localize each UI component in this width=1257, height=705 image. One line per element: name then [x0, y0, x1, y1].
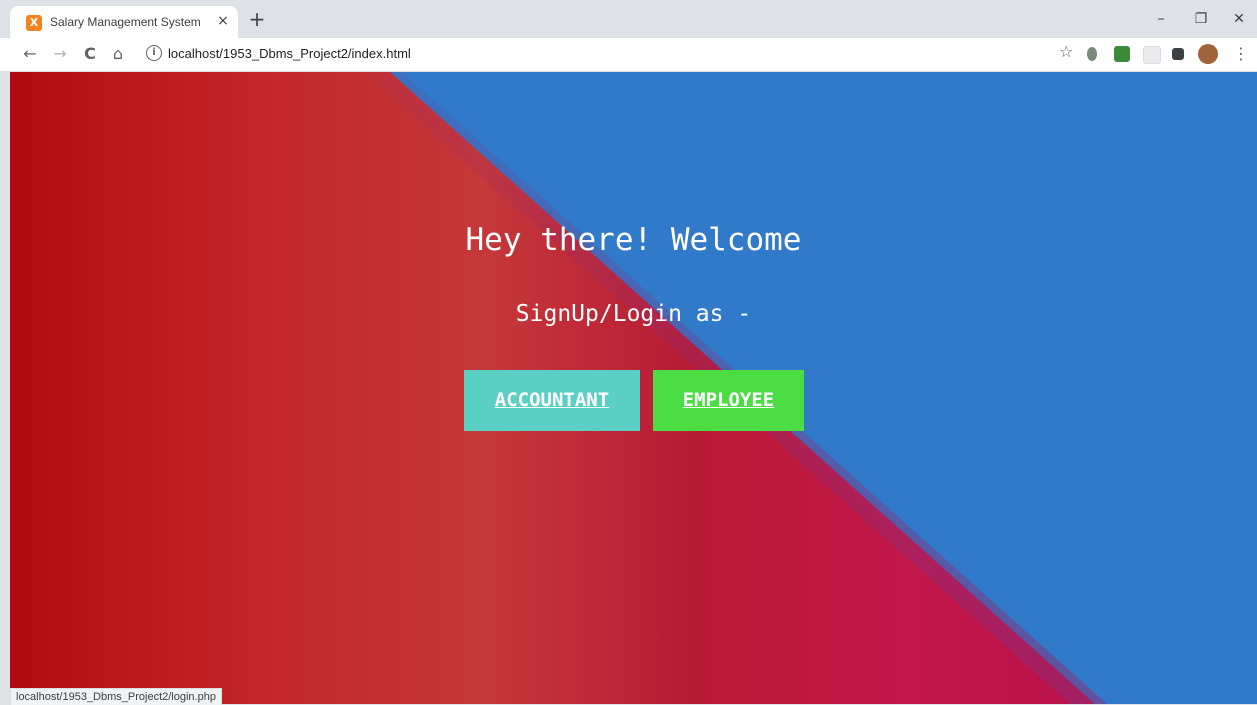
tab-strip: X Salary Management System × + – ❐ ✕ — [0, 0, 1257, 38]
back-icon[interactable]: ← — [20, 44, 40, 64]
status-bar-url: localhost/1953_Dbms_Project2/login.php — [10, 688, 222, 705]
page-viewport: Hey there! Welcome SignUp/Login as - ACC… — [10, 72, 1257, 704]
close-window-icon[interactable]: ✕ — [1227, 9, 1251, 29]
site-info-icon[interactable]: i — [146, 45, 162, 61]
reload-icon[interactable]: C — [80, 44, 100, 64]
puzzle-extensions-icon[interactable] — [1172, 48, 1184, 60]
bookmark-star-icon[interactable]: ☆ — [1059, 42, 1073, 61]
tab-salary-management[interactable]: X Salary Management System × — [10, 6, 238, 38]
new-tab-button[interactable]: + — [248, 9, 266, 29]
signup-subtitle: SignUp/Login as - — [515, 301, 752, 327]
address-url[interactable]: localhost/1953_Dbms_Project2/index.html — [168, 46, 411, 61]
landing-content: Hey there! Welcome SignUp/Login as - ACC… — [10, 72, 1257, 704]
menu-icon[interactable]: ⋮ — [1233, 44, 1249, 63]
profile-avatar[interactable] — [1198, 44, 1218, 64]
home-icon[interactable]: ⌂ — [108, 44, 128, 64]
close-tab-icon[interactable]: × — [214, 12, 232, 30]
tree-extension-icon[interactable] — [1114, 46, 1130, 62]
restore-icon[interactable]: ❐ — [1189, 9, 1213, 29]
employee-button[interactable]: EMPLOYEE — [653, 370, 804, 431]
xampp-favicon-icon: X — [26, 15, 42, 31]
accountant-button[interactable]: ACCOUNTANT — [464, 370, 640, 431]
address-bar[interactable]: i localhost/1953_Dbms_Project2/index.htm… — [140, 42, 1070, 66]
blank-extension-icon[interactable] — [1143, 46, 1161, 64]
tab-title: Salary Management System — [50, 15, 201, 29]
bug-extension-icon[interactable] — [1087, 47, 1097, 61]
browser-window: X Salary Management System × + – ❐ ✕ ← →… — [0, 0, 1257, 705]
forward-icon[interactable]: → — [50, 44, 70, 64]
minimize-icon[interactable]: – — [1149, 9, 1173, 29]
welcome-heading: Hey there! Welcome — [465, 222, 802, 258]
